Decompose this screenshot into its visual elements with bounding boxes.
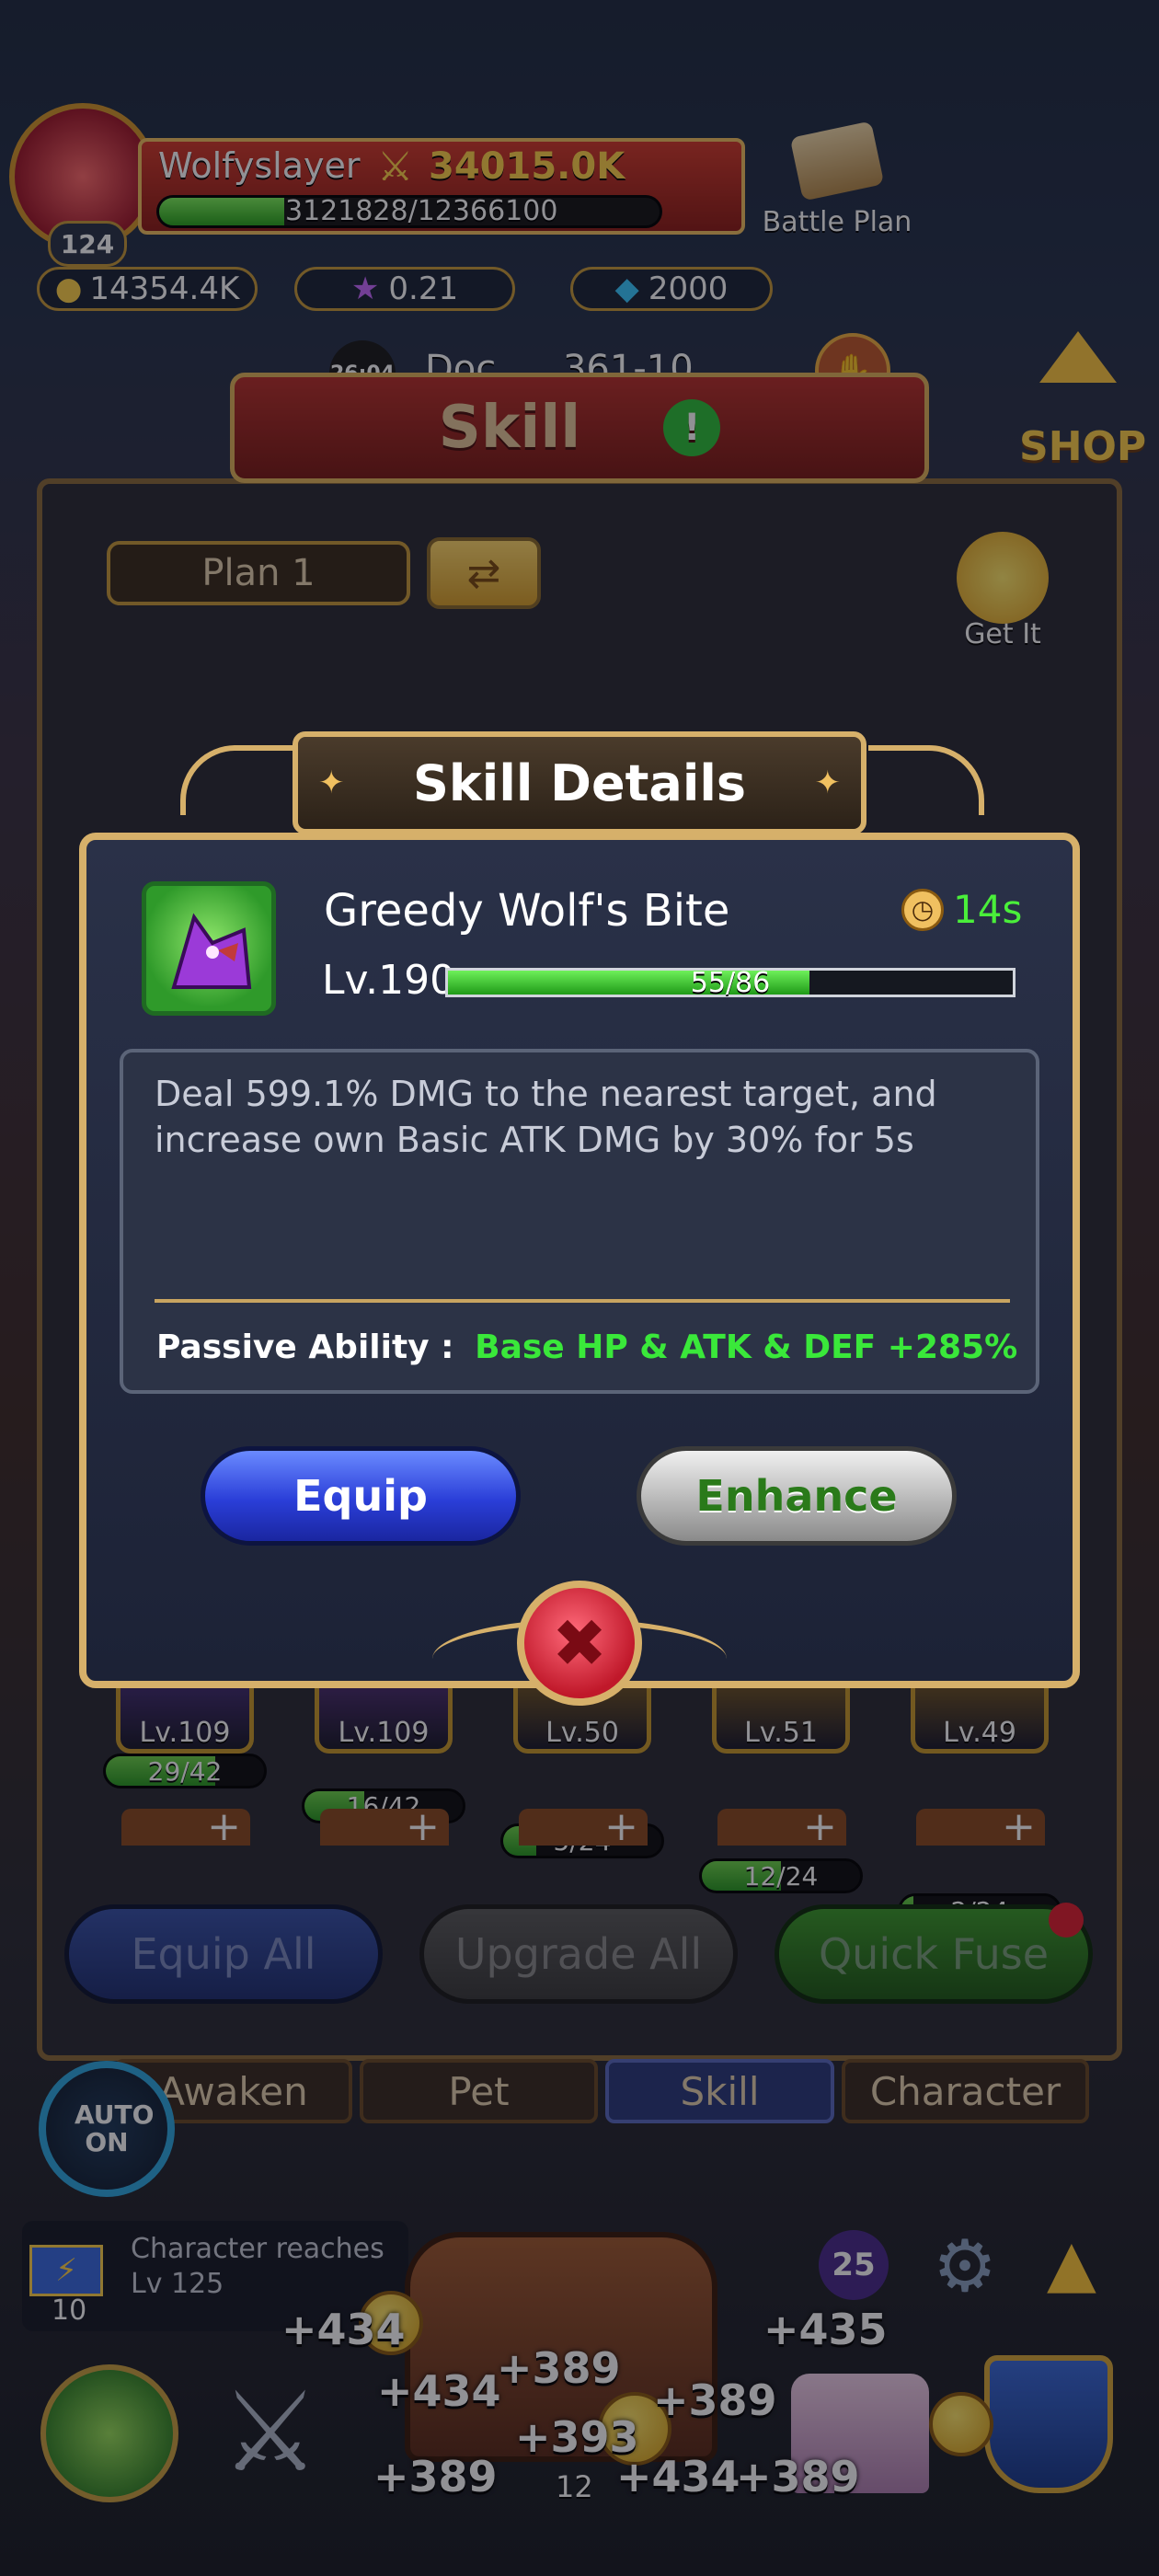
dialog-title-plate: ✦ Skill Details ✦ bbox=[293, 731, 866, 834]
skill-description-box: Deal 599.1% DMG to the nearest target, a… bbox=[120, 1049, 1039, 1394]
enhance-label: Enhance bbox=[695, 1471, 898, 1521]
skill-name: Greedy Wolf's Bite bbox=[324, 885, 730, 937]
clock-icon: ◷ bbox=[901, 888, 944, 931]
skill-progress-text: 55/86 bbox=[690, 967, 771, 999]
dialog-title: Skill Details bbox=[413, 753, 746, 812]
skill-level: Lv.190 bbox=[322, 957, 456, 1004]
enhance-button[interactable]: Enhance bbox=[637, 1446, 957, 1546]
dialog-title-star-right: ✦ bbox=[814, 765, 842, 801]
cooldown-value: 14s bbox=[953, 887, 1023, 932]
skill-description: Deal 599.1% DMG to the nearest target, a… bbox=[155, 1074, 937, 1160]
equip-button[interactable]: Equip bbox=[201, 1446, 521, 1546]
passive-ability: Passive Ability : Base HP & ATK & DEF +2… bbox=[156, 1328, 1017, 1366]
close-icon: ✖ bbox=[551, 1604, 608, 1682]
skill-icon bbox=[142, 881, 276, 1016]
skill-progress-bar: 55/86 bbox=[445, 967, 1016, 999]
passive-value: Base HP & ATK & DEF +285% bbox=[475, 1328, 1018, 1366]
divider bbox=[155, 1299, 1010, 1303]
wolf-head-icon bbox=[171, 913, 252, 989]
equip-label: Equip bbox=[293, 1471, 428, 1521]
passive-label: Passive Ability : bbox=[156, 1328, 454, 1366]
close-button[interactable]: ✖ bbox=[517, 1581, 642, 1706]
cooldown: ◷ 14s bbox=[901, 887, 1022, 932]
dialog-title-star-left: ✦ bbox=[318, 765, 345, 801]
